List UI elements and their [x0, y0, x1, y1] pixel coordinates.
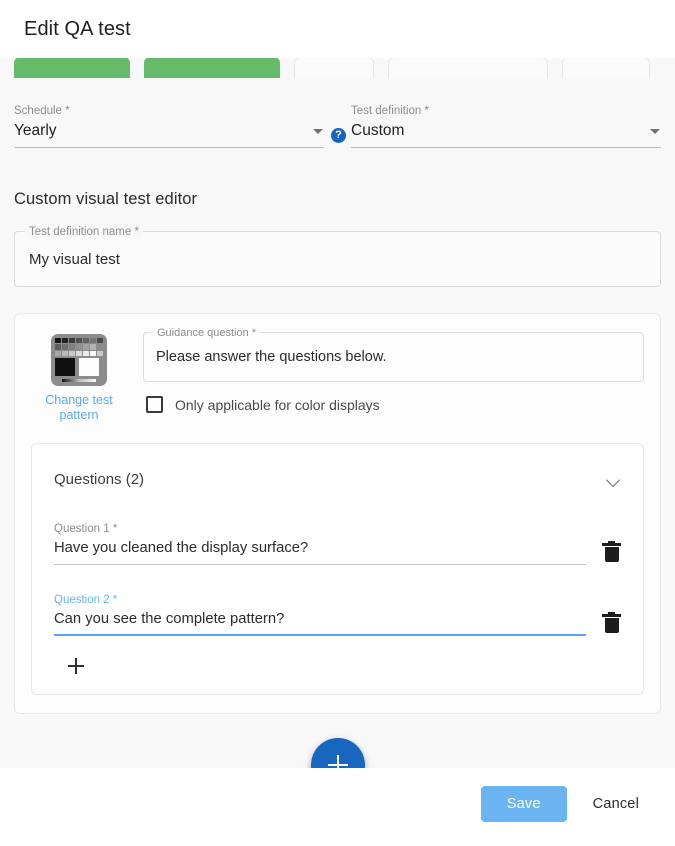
add-test-fab-button[interactable]: [311, 738, 365, 768]
add-question-row[interactable]: [54, 638, 621, 694]
test-definition-value: Custom: [351, 121, 644, 141]
color-displays-checkbox-row[interactable]: Only applicable for color displays: [143, 396, 644, 413]
trash-lid: [602, 614, 621, 617]
question-row: Question 1 * Have you cleaned the displa…: [54, 522, 621, 567]
chevron-down-icon[interactable]: [313, 129, 323, 134]
schedule-label: Schedule *: [14, 104, 324, 118]
trash-body: [605, 618, 619, 633]
schedule-select[interactable]: Schedule * Yearly: [14, 104, 324, 150]
chip-5[interactable]: [562, 58, 650, 78]
test-definition-name-label: Test definition name *: [25, 225, 143, 239]
color-displays-checkbox-label: Only applicable for color displays: [175, 397, 380, 413]
edit-qa-test-dialog: Edit QA test Schedule * Yearly ?: [0, 0, 675, 846]
chips-row: [14, 58, 661, 78]
question-1-input[interactable]: Have you cleaned the display surface?: [54, 538, 586, 565]
pattern-row: Change test pattern Guidance question * …: [31, 332, 644, 423]
questions-panel: Questions (2) Question 1 * Have you clea…: [31, 443, 644, 695]
help-icon[interactable]: ?: [331, 128, 346, 143]
change-test-pattern-link[interactable]: Change test pattern: [31, 393, 127, 423]
page-title: Edit QA test: [24, 18, 131, 41]
chevron-down-icon[interactable]: [650, 129, 660, 134]
chip-4[interactable]: [388, 58, 548, 78]
trash-lid: [602, 543, 621, 546]
plus-icon[interactable]: [68, 658, 84, 674]
schedule-wrapper: Schedule * Yearly ?: [14, 104, 324, 150]
guidance-question-label: Guidance question *: [153, 326, 260, 340]
test-definition-name-field[interactable]: Test definition name * My visual test: [14, 231, 661, 287]
dialog-header: Edit QA test: [0, 0, 675, 58]
schedule-value: Yearly: [14, 121, 307, 141]
dialog-body: Schedule * Yearly ? Test definition * Cu…: [0, 58, 675, 768]
pattern-white-square: [79, 358, 99, 376]
trash-icon[interactable]: [602, 612, 621, 634]
guidance-block: Guidance question * Please answer the qu…: [143, 332, 644, 413]
question-2-label: Question 2 *: [54, 593, 586, 607]
color-displays-checkbox[interactable]: [146, 396, 163, 413]
pattern-black-square: [55, 358, 75, 376]
chip-1[interactable]: [14, 58, 130, 78]
chip-3[interactable]: [294, 58, 374, 78]
pattern-strip-dark: [55, 338, 103, 343]
section-title: Custom visual test editor: [14, 190, 661, 209]
chip-2[interactable]: [144, 58, 280, 78]
schedule-control[interactable]: Yearly: [14, 121, 324, 148]
trash-icon[interactable]: [602, 541, 621, 563]
guidance-question-input[interactable]: Please answer the questions below.: [156, 349, 387, 365]
pattern-black-white-squares: [55, 358, 103, 376]
test-definition-control[interactable]: Custom: [351, 121, 661, 148]
questions-panel-header[interactable]: Questions (2): [54, 462, 621, 496]
test-definition-select[interactable]: Test definition * Custom: [351, 104, 661, 150]
question-2-input[interactable]: Can you see the complete pattern?: [54, 609, 586, 636]
test-pattern-block: Change test pattern: [31, 332, 127, 423]
questions-panel-title: Questions (2): [54, 471, 607, 488]
trash-body: [605, 547, 619, 562]
cancel-button[interactable]: Cancel: [581, 786, 651, 822]
pattern-strip-mid: [55, 344, 103, 349]
question-2-field[interactable]: Question 2 * Can you see the complete pa…: [54, 593, 586, 638]
top-field-row: Schedule * Yearly ? Test definition * Cu…: [14, 104, 661, 150]
guidance-question-field[interactable]: Guidance question * Please answer the qu…: [143, 332, 644, 382]
chevron-down-icon[interactable]: [607, 475, 621, 484]
visual-test-editor-card: Change test pattern Guidance question * …: [14, 313, 661, 714]
test-pattern-thumbnail-icon[interactable]: [51, 334, 107, 386]
dialog-footer: Save Cancel: [0, 768, 675, 846]
test-definition-label: Test definition *: [351, 104, 661, 118]
pattern-gradient-bar: [62, 379, 96, 382]
fab-container: [14, 738, 661, 768]
test-definition-name-input[interactable]: My visual test: [29, 251, 120, 268]
save-button[interactable]: Save: [481, 786, 567, 822]
pattern-strip-light: [55, 351, 103, 356]
question-row: Question 2 * Can you see the complete pa…: [54, 593, 621, 638]
question-1-field[interactable]: Question 1 * Have you cleaned the displa…: [54, 522, 586, 567]
question-1-label: Question 1 *: [54, 522, 586, 536]
